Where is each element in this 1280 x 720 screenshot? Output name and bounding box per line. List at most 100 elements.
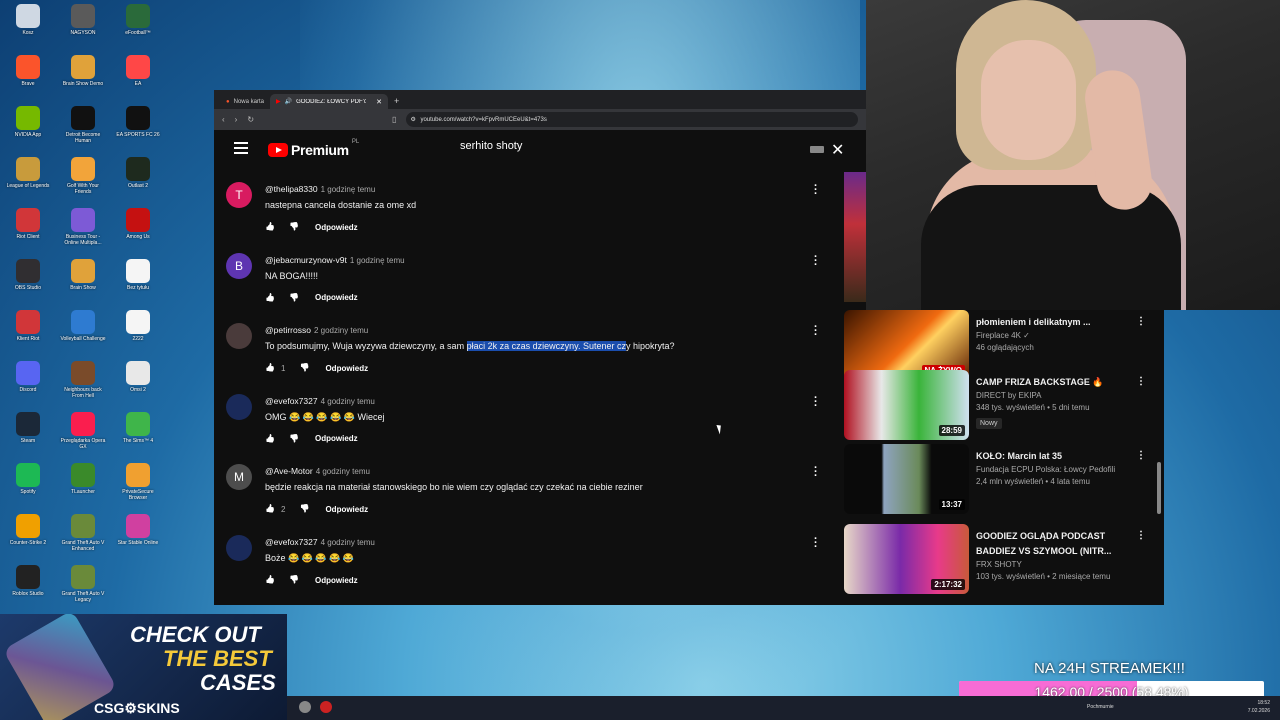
forward-icon[interactable]: › bbox=[235, 115, 238, 124]
comment-author[interactable]: @petirrosso bbox=[265, 325, 311, 335]
desktop-icon[interactable]: Steam bbox=[3, 412, 53, 444]
desktop-icon[interactable]: Grand Theft Auto V Enhanced bbox=[58, 514, 108, 552]
weather-text[interactable]: Pochmurnie bbox=[1087, 704, 1114, 710]
desktop-icon[interactable]: The Sims™ 4 bbox=[113, 412, 163, 444]
youtube-premium-logo[interactable]: Premium PL bbox=[268, 139, 359, 158]
video-title[interactable]: CAMP FRIZA BACKSTAGE 🔥 bbox=[976, 375, 1146, 390]
desktop-icon[interactable]: Brain Show bbox=[58, 259, 108, 291]
url-field[interactable]: ⚙ youtube.com/watch?v=kFpvRmUCEeU&t=473s bbox=[406, 112, 858, 127]
desktop-icon[interactable]: Business Tour - Online Multipla... bbox=[58, 208, 108, 246]
desktop-icon[interactable]: NVIDIA App bbox=[3, 106, 53, 138]
reply-button[interactable]: Odpowiedz bbox=[325, 505, 368, 514]
desktop-icon[interactable]: Riot Client bbox=[3, 208, 53, 240]
desktop-icon[interactable]: Kosz bbox=[3, 4, 53, 36]
comment-author[interactable]: @evefox7327 bbox=[265, 396, 318, 406]
reply-button[interactable]: Odpowiedz bbox=[315, 223, 358, 232]
reply-button[interactable]: Odpowiedz bbox=[315, 576, 358, 585]
desktop-icon[interactable]: Brain Show Demo bbox=[58, 55, 108, 87]
settings-taskbar-icon[interactable] bbox=[299, 701, 311, 713]
avatar[interactable] bbox=[226, 323, 252, 350]
reply-button[interactable]: Odpowiedz bbox=[325, 364, 368, 373]
comment-time[interactable]: 1 godzinę temu bbox=[350, 256, 405, 265]
recommended-video[interactable]: 2:17:32 GOODIEZ OGLĄDA PODCAST BADDIEZ VS … bbox=[844, 524, 1164, 596]
video-thumbnail[interactable]: 2:17:32 bbox=[844, 524, 969, 594]
tab-youtube[interactable]: ▶ 🔊 GOODIEZ: ŁOWCY PDF'ów ni... ✕ bbox=[269, 94, 388, 109]
dislike-icon[interactable] bbox=[299, 363, 309, 373]
bookmark-icon[interactable]: ▯ bbox=[392, 115, 396, 124]
desktop-icon[interactable]: NAGYSON bbox=[58, 4, 108, 36]
video-title[interactable]: płomieniem i delikatnym ... bbox=[976, 315, 1146, 330]
avatar[interactable] bbox=[226, 535, 252, 561]
comment-time[interactable]: 4 godziny temu bbox=[316, 467, 370, 476]
avatar[interactable]: M bbox=[226, 464, 252, 491]
desktop-icon[interactable]: EA SPORTS FC 26 bbox=[113, 106, 163, 138]
comment-author[interactable]: @evefox7327 bbox=[265, 537, 318, 547]
like-icon[interactable] bbox=[265, 575, 275, 585]
desktop-icon[interactable]: Przeglądarka Opera GX bbox=[58, 412, 108, 450]
desktop-icon[interactable]: Volleyball Challenge bbox=[58, 310, 108, 342]
dislike-icon[interactable] bbox=[289, 434, 299, 444]
dislike-icon[interactable] bbox=[289, 293, 299, 303]
comment-time[interactable]: 4 godziny temu bbox=[321, 538, 375, 547]
dislike-icon[interactable] bbox=[289, 222, 299, 232]
desktop-icon[interactable]: Among Us bbox=[113, 208, 163, 240]
desktop-icon[interactable]: Grand Theft Auto V Legacy bbox=[58, 565, 108, 603]
video-title[interactable]: KOŁO: Marcin lat 35 bbox=[976, 449, 1146, 464]
more-options-icon[interactable]: ⋮ bbox=[1136, 450, 1146, 461]
desktop-icon[interactable]: OBS Studio bbox=[3, 259, 53, 291]
video-thumbnail[interactable]: 13:37 bbox=[844, 444, 969, 514]
comment-time[interactable]: 4 godziny temu bbox=[321, 397, 375, 406]
desktop-icon[interactable]: 2222 bbox=[113, 310, 163, 342]
desktop-icon[interactable]: League of Legends bbox=[3, 157, 53, 189]
more-options-icon[interactable]: ⋮ bbox=[1136, 316, 1146, 327]
like-icon[interactable] bbox=[265, 434, 275, 444]
dislike-icon[interactable] bbox=[289, 575, 299, 585]
comment-author[interactable]: @thelipa8330 bbox=[265, 184, 318, 194]
more-options-icon[interactable]: · · · bbox=[814, 251, 818, 270]
channel-name[interactable]: Fireplace 4K ✓ bbox=[976, 331, 1146, 340]
desktop-icon[interactable]: Neighbours back From Hell bbox=[58, 361, 108, 399]
desktop-icon[interactable]: Detroit Become Human bbox=[58, 106, 108, 144]
desktop-icon[interactable]: eFootball™ bbox=[113, 4, 163, 36]
close-search-icon[interactable]: ✕ bbox=[831, 140, 844, 160]
back-icon[interactable]: ‹ bbox=[222, 115, 225, 124]
menu-icon[interactable] bbox=[234, 142, 248, 154]
system-tray[interactable]: 18:52 7.02.2026 bbox=[1248, 699, 1270, 715]
more-options-icon[interactable]: · · · bbox=[814, 322, 818, 341]
desktop-icon[interactable]: Star Stable Online bbox=[113, 514, 163, 546]
desktop-icon[interactable]: Omsi 2 bbox=[113, 361, 163, 393]
desktop-icon[interactable]: Discord bbox=[3, 361, 53, 393]
desktop-icon[interactable]: Bez tytułu bbox=[113, 259, 163, 291]
scrollbar[interactable] bbox=[1157, 462, 1161, 514]
csgoskins-banner[interactable]: CHECK OUT THE BEST CASES CSG⚙SKINS bbox=[0, 614, 287, 720]
desktop-icon[interactable]: Brave bbox=[3, 55, 53, 87]
obs-taskbar-icon[interactable] bbox=[320, 701, 332, 713]
comment-author[interactable]: @jebacmurzynow-v9t bbox=[265, 255, 347, 265]
search-input[interactable]: serhito shoty bbox=[460, 140, 522, 152]
more-options-icon[interactable]: · · · bbox=[814, 392, 818, 411]
recommended-video[interactable]: 13:37 KOŁO: Marcin lat 35 Fundacja ECPU Po… bbox=[844, 444, 1164, 516]
like-icon[interactable] bbox=[265, 222, 275, 232]
desktop-icon[interactable]: Golf With Your Friends bbox=[58, 157, 108, 195]
more-options-icon[interactable]: · · · bbox=[814, 181, 818, 200]
like-icon[interactable] bbox=[265, 293, 275, 303]
reload-icon[interactable]: ↻ bbox=[247, 115, 254, 124]
site-info-icon[interactable]: ⚙ bbox=[410, 116, 415, 123]
more-options-icon[interactable]: · · · bbox=[814, 534, 818, 553]
more-options-icon[interactable]: ⋮ bbox=[1136, 376, 1146, 387]
desktop-icon[interactable]: TLauncher bbox=[58, 463, 108, 495]
avatar[interactable]: T bbox=[226, 182, 252, 208]
more-options-icon[interactable]: · · · bbox=[814, 463, 818, 482]
new-tab-button[interactable]: + bbox=[388, 94, 405, 109]
comment-author[interactable]: @Ave-Motor bbox=[265, 466, 313, 476]
channel-name[interactable]: Fundacja ECPU Polska: Łowcy Pedofili bbox=[976, 465, 1146, 474]
reply-button[interactable]: Odpowiedz bbox=[315, 293, 358, 302]
avatar[interactable]: B bbox=[226, 252, 252, 279]
video-title[interactable]: GOODIEZ OGLĄDA PODCAST bbox=[976, 529, 1146, 544]
desktop-icon[interactable]: PrivateSecure Browser bbox=[113, 463, 163, 501]
desktop-icon[interactable]: Outlast 2 bbox=[113, 157, 163, 189]
desktop-icon[interactable]: Klient Riot bbox=[3, 310, 53, 342]
video-thumbnail[interactable]: 28:59 bbox=[844, 370, 969, 440]
more-options-icon[interactable]: ⋮ bbox=[1136, 530, 1146, 541]
desktop-icon[interactable]: Counter-Strike 2 bbox=[3, 514, 53, 546]
